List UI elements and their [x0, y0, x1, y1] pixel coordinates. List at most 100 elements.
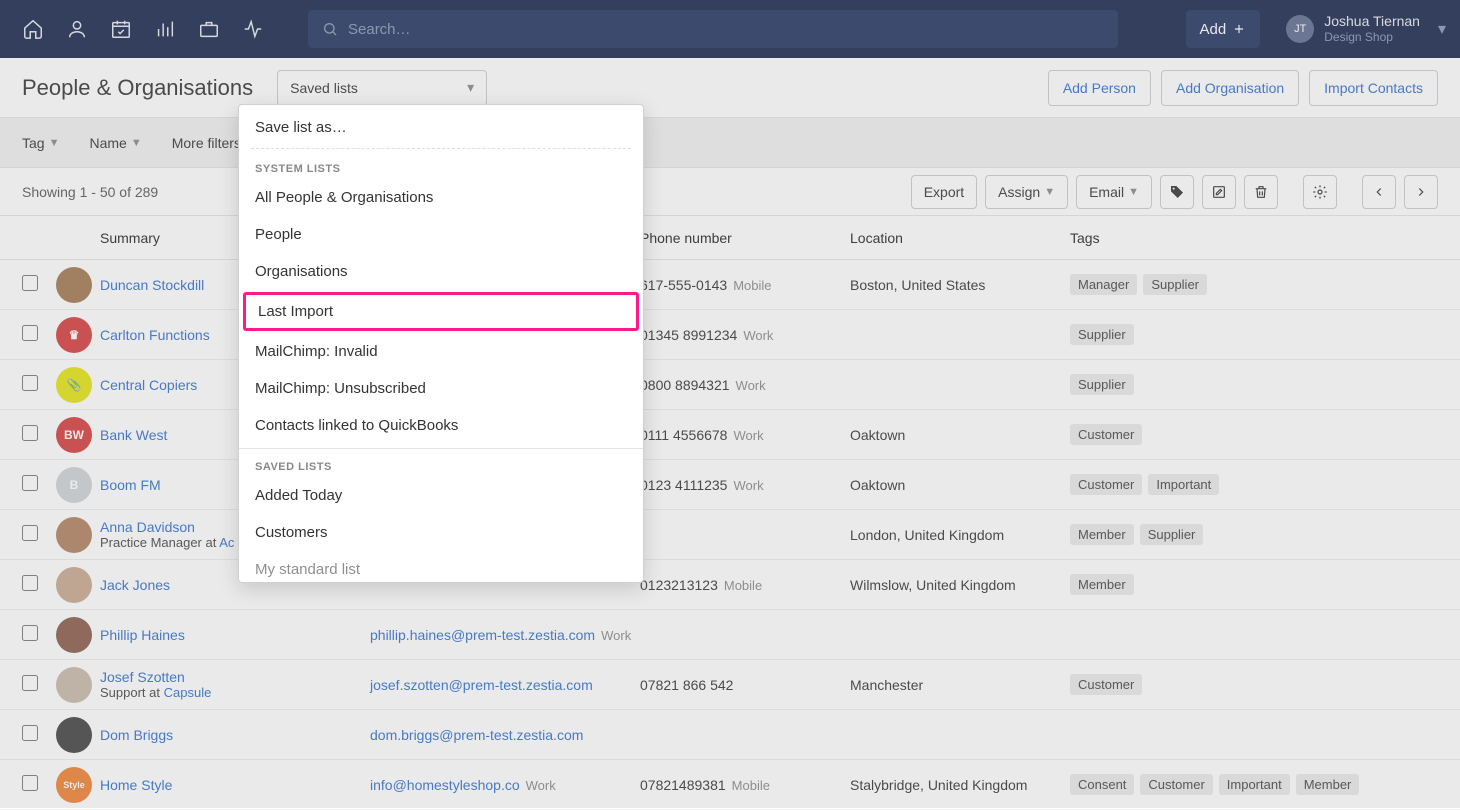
tag-badge[interactable]: Customer: [1070, 474, 1142, 495]
contact-name[interactable]: Phillip Haines: [100, 627, 185, 643]
import-contacts-button[interactable]: Import Contacts: [1309, 70, 1438, 106]
tag-badge[interactable]: Member: [1070, 574, 1134, 595]
tag-badge[interactable]: Manager: [1070, 274, 1137, 295]
contact-name[interactable]: Josef Szotten: [100, 669, 185, 685]
email-link[interactable]: phillip.haines@prem-test.zestia.com: [370, 627, 595, 643]
location: Boston, United States: [850, 277, 1070, 293]
row-checkbox[interactable]: [22, 575, 38, 591]
tag-badge[interactable]: Member: [1296, 774, 1360, 795]
tag-badge[interactable]: Supplier: [1143, 274, 1207, 295]
contact-name[interactable]: Home Style: [100, 777, 172, 793]
export-button[interactable]: Export: [911, 175, 977, 209]
table-row: 📎Central Copiers0800 8894321WorkSupplier: [0, 360, 1460, 410]
dropdown-item[interactable]: People: [239, 216, 643, 253]
filter-more[interactable]: More filters: [172, 135, 241, 151]
page-header: People & Organisations Saved lists ▾ Add…: [0, 58, 1460, 118]
delete-button[interactable]: [1244, 175, 1278, 209]
contact-name[interactable]: Jack Jones: [100, 577, 170, 593]
edit-icon: [1211, 184, 1227, 200]
avatar: Style: [56, 767, 92, 803]
phone-type: Mobile: [732, 778, 770, 793]
row-checkbox[interactable]: [22, 775, 38, 791]
prev-page-button[interactable]: [1362, 175, 1396, 209]
phone-type: Work: [736, 378, 766, 393]
contact-name[interactable]: Boom FM: [100, 477, 161, 493]
save-list-as[interactable]: Save list as…: [239, 105, 643, 148]
tag-badge[interactable]: Consent: [1070, 774, 1134, 795]
location: London, United Kingdom: [850, 527, 1070, 543]
avatar: 📎: [56, 367, 92, 403]
search-input[interactable]: Search…: [308, 10, 1118, 48]
result-count: Showing 1 - 50 of 289: [22, 184, 158, 200]
dropdown-item[interactable]: Added Today: [239, 477, 643, 514]
row-checkbox[interactable]: [22, 375, 38, 391]
dropdown-item[interactable]: All People & Organisations: [239, 179, 643, 216]
dropdown-item[interactable]: Last Import: [243, 292, 639, 331]
dropdown-item[interactable]: Organisations: [239, 253, 643, 290]
briefcase-icon[interactable]: [190, 10, 228, 48]
home-icon[interactable]: [14, 10, 52, 48]
tag-badge[interactable]: Member: [1070, 524, 1134, 545]
person-icon[interactable]: [58, 10, 96, 48]
location: Stalybridge, United Kingdom: [850, 777, 1070, 793]
tag-badge[interactable]: Supplier: [1070, 374, 1134, 395]
email-button[interactable]: Email▼: [1076, 175, 1152, 209]
tag-badge[interactable]: Important: [1148, 474, 1219, 495]
caret-down-icon: ▾: [467, 79, 474, 96]
dropdown-item[interactable]: My standard list: [239, 551, 643, 582]
org-link[interactable]: Ac: [219, 535, 234, 550]
dropdown-item[interactable]: MailChimp: Unsubscribed: [239, 370, 643, 407]
table-row: Style Home Style info@homestyleshop.co Work…: [0, 760, 1460, 810]
org-link[interactable]: Capsule: [164, 685, 212, 700]
calendar-icon[interactable]: [102, 10, 140, 48]
chart-icon[interactable]: [146, 10, 184, 48]
contact-name[interactable]: Anna Davidson: [100, 519, 195, 535]
assign-button[interactable]: Assign▼: [985, 175, 1068, 209]
email-link[interactable]: info@homestyleshop.co: [370, 777, 520, 793]
filter-name[interactable]: Name▼: [89, 135, 141, 151]
settings-button[interactable]: [1303, 175, 1337, 209]
contact-name[interactable]: Duncan Stockdill: [100, 277, 204, 293]
avatar: [56, 517, 92, 553]
phone-type: Mobile: [724, 578, 762, 593]
contact-name[interactable]: Carlton Functions: [100, 327, 210, 343]
phone-number: 07821489381: [640, 777, 726, 793]
activity-icon[interactable]: [234, 10, 272, 48]
row-checkbox[interactable]: [22, 625, 38, 641]
row-checkbox[interactable]: [22, 675, 38, 691]
row-checkbox[interactable]: [22, 725, 38, 741]
row-checkbox[interactable]: [22, 525, 38, 541]
user-menu[interactable]: JT Joshua Tiernan Design Shop ▾: [1286, 14, 1446, 43]
add-person-button[interactable]: Add Person: [1048, 70, 1151, 106]
tag-badge[interactable]: Customer: [1070, 424, 1142, 445]
tag-badge[interactable]: Supplier: [1070, 324, 1134, 345]
next-page-button[interactable]: [1404, 175, 1438, 209]
contact-name[interactable]: Bank West: [100, 427, 167, 443]
dropdown-item[interactable]: MailChimp: Invalid: [239, 333, 643, 370]
filter-tag[interactable]: Tag▼: [22, 135, 59, 151]
edit-button[interactable]: [1202, 175, 1236, 209]
tag-badge[interactable]: Supplier: [1140, 524, 1204, 545]
dropdown-item[interactable]: Customers: [239, 514, 643, 551]
dropdown-item[interactable]: Contacts linked to QuickBooks: [239, 407, 643, 444]
row-checkbox[interactable]: [22, 475, 38, 491]
email-link[interactable]: dom.briggs@prem-test.zestia.com: [370, 727, 583, 743]
row-checkbox[interactable]: [22, 275, 38, 291]
contact-name[interactable]: Central Copiers: [100, 377, 197, 393]
avatar: [56, 667, 92, 703]
add-button[interactable]: Add: [1186, 10, 1261, 48]
tag-badge[interactable]: Customer: [1140, 774, 1212, 795]
add-organisation-button[interactable]: Add Organisation: [1161, 70, 1299, 106]
table-row: Phillip Haines phillip.haines@prem-test.z…: [0, 610, 1460, 660]
location: Wilmslow, United Kingdom: [850, 577, 1070, 593]
saved-lists-select[interactable]: Saved lists ▾: [277, 70, 487, 106]
tag-badge[interactable]: Important: [1219, 774, 1290, 795]
phone-number: 07821 866 542: [640, 677, 733, 693]
tag-badge[interactable]: Customer: [1070, 674, 1142, 695]
row-checkbox[interactable]: [22, 425, 38, 441]
row-checkbox[interactable]: [22, 325, 38, 341]
email-type: Work: [526, 778, 556, 793]
email-link[interactable]: josef.szotten@prem-test.zestia.com: [370, 677, 593, 693]
contact-name[interactable]: Dom Briggs: [100, 727, 173, 743]
tag-button[interactable]: [1160, 175, 1194, 209]
